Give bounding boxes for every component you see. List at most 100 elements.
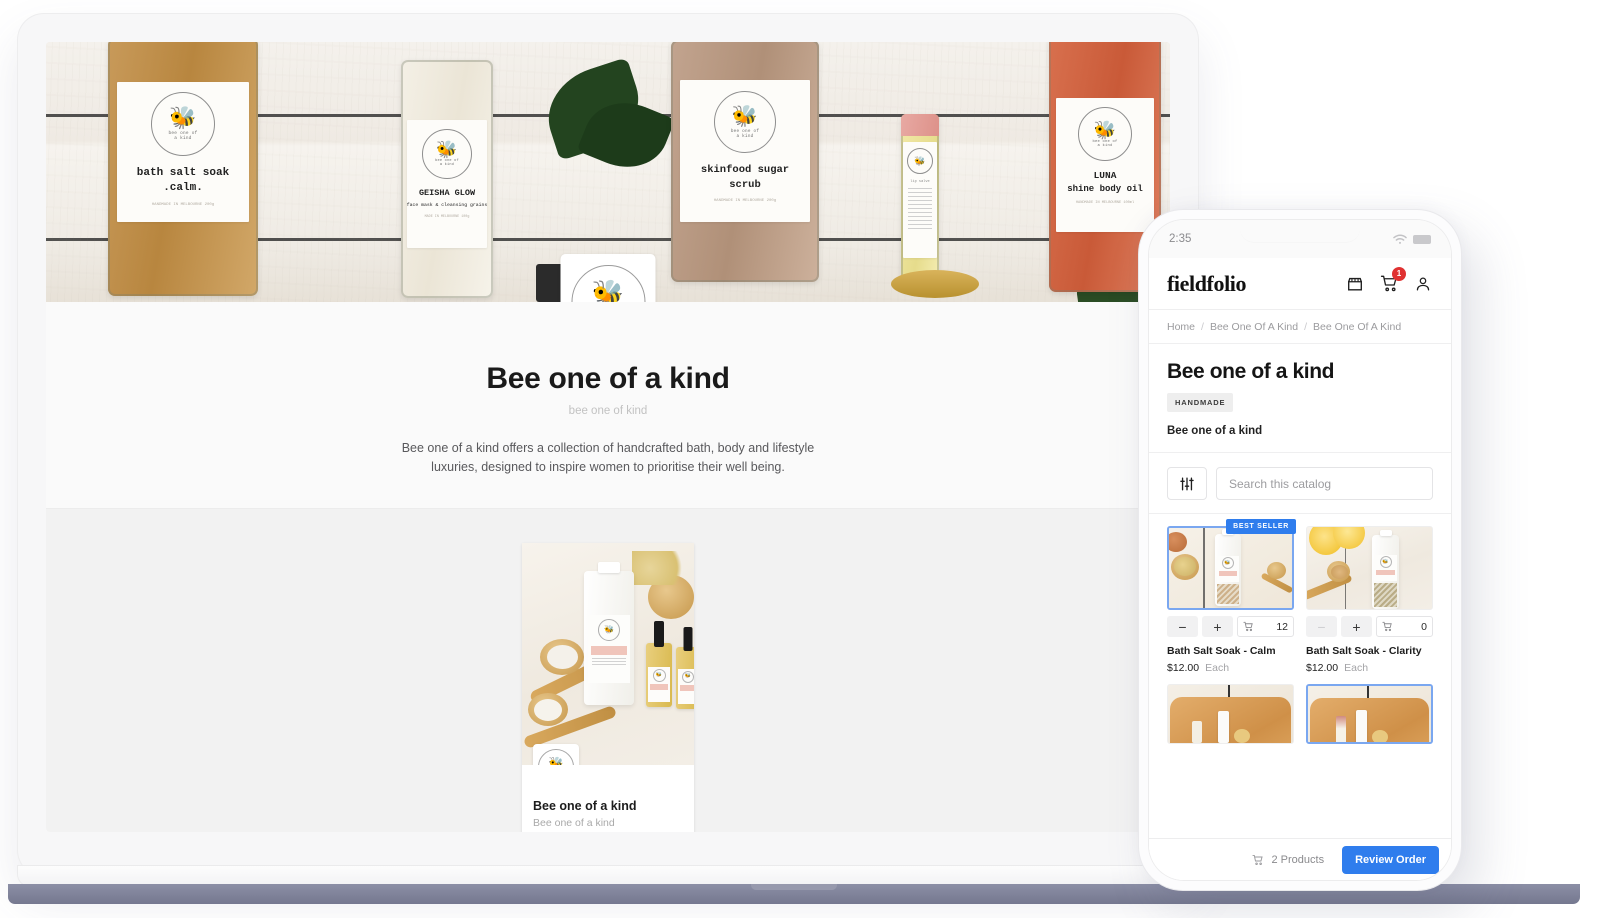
- best-seller-badge: BEST SELLER: [1226, 519, 1296, 534]
- cart-summary: 2 Products: [1252, 854, 1324, 866]
- product-tin: [1372, 730, 1388, 742]
- store-handle: bee one of kind: [568, 405, 648, 417]
- breadcrumb-separator: /: [1201, 320, 1204, 333]
- hero-product-jar: 🐝 bee one of a kind bath salt soak .calm…: [108, 42, 258, 296]
- app-logo[interactable]: fieldfolio: [1167, 271, 1247, 297]
- wood-tray-decor: [1310, 698, 1429, 742]
- store-description: Bee one of a kind offers a collection of…: [401, 441, 815, 475]
- product-grid: BEST SELLER 🐝 − + 12 Bath Salt Soak - Ca…: [1167, 519, 1433, 744]
- product-image[interactable]: [1167, 684, 1294, 744]
- breadcrumb-item-2[interactable]: Bee One Of A Kind: [1313, 321, 1401, 333]
- quantity-field[interactable]: 0: [1376, 616, 1433, 637]
- store-logo-badge: 🐝 bee one of a kind: [560, 254, 656, 302]
- product-bottle: 🐝: [1372, 530, 1399, 609]
- jar-logo-line2: a kind: [736, 133, 754, 139]
- wood-tray-decor: [1170, 697, 1291, 743]
- decrement-button[interactable]: −: [1167, 616, 1198, 637]
- product-card[interactable]: 🐝 − + 0 Bath Salt Soak - Clarity $12.00 …: [1306, 526, 1433, 674]
- product-tube: [1356, 710, 1367, 742]
- store-catalog-section: 🐝 🐝 🐝 🐝 Bee one of a kind Bee one of a k…: [46, 508, 1170, 832]
- jar-subtitle: shine body oil: [1067, 184, 1143, 194]
- storefront-icon[interactable]: [1345, 274, 1365, 294]
- product-dropper: 🐝: [676, 626, 694, 709]
- flowers-decor: [1174, 557, 1196, 576]
- account-icon[interactable]: [1413, 274, 1433, 294]
- catalog-card-logo: 🐝 bee one of a kind: [533, 743, 579, 765]
- store-header: Bee one of a kind bee one of kind Bee on…: [46, 302, 1170, 509]
- product-card[interactable]: [1167, 684, 1294, 744]
- breadcrumb-item-1[interactable]: Bee One Of A Kind: [1210, 321, 1298, 333]
- hero-product-tube: 🐝 lip salve: [901, 114, 939, 290]
- hero-product-jar: 🐝 bee one of a kind GEISHA GLOW face mas…: [401, 60, 493, 298]
- flowers-decor: [632, 550, 692, 585]
- phone-device: 2:35 fieldfolio 1 Home / Bee One Of A Ki…: [1139, 210, 1461, 890]
- jar-foot: HANDMADE IN MELBOURNE 200g: [713, 199, 777, 203]
- product-tube: [1192, 721, 1202, 743]
- flowers-decor: [1331, 565, 1348, 579]
- spoon-decor: [1267, 562, 1286, 579]
- search-input[interactable]: Search this catalog: [1216, 467, 1433, 500]
- product-price-row: $12.00 Each: [1306, 662, 1433, 674]
- cart-icon[interactable]: 1: [1379, 266, 1406, 294]
- app-header: fieldfolio 1: [1149, 258, 1451, 310]
- plank-line: [1203, 528, 1205, 608]
- cart-count-label: 2 Products: [1271, 853, 1325, 866]
- product-card[interactable]: [1306, 684, 1433, 744]
- catalog-card-subtitle: Bee one of a kind: [533, 816, 615, 829]
- cart-icon: [1243, 621, 1253, 632]
- breadcrumb-item-home[interactable]: Home: [1167, 321, 1195, 333]
- jar-subtitle: .calm.: [163, 182, 203, 194]
- jar-subtitle: scrub: [729, 179, 761, 191]
- status-time: 2:35: [1169, 233, 1192, 245]
- jar-subtitle: face mask & cleansing grains: [406, 203, 488, 208]
- jar-foot: MADE IN MELBOURNE 100g: [424, 215, 470, 219]
- product-name: Bath Salt Soak - Calm: [1167, 645, 1276, 657]
- store-hero-banner: 🐝 bee one of a kind bath salt soak .calm…: [46, 42, 1170, 302]
- product-tube: [1218, 711, 1229, 743]
- phone-status-bar: 2:35: [1149, 220, 1451, 258]
- phone-notch: [1240, 220, 1360, 242]
- review-order-button[interactable]: Review Order: [1342, 845, 1439, 874]
- jar-title: lip salve: [910, 180, 930, 184]
- jar-logo-line2: a kind: [439, 163, 455, 167]
- laptop-lip: [18, 866, 1198, 886]
- phone-screen: 2:35 fieldfolio 1 Home / Bee One Of A Ki…: [1149, 220, 1451, 880]
- hero-product-jar: 🐝 bee one of a kind skinfood sugar scrub…: [671, 42, 819, 282]
- powder-decor: [534, 698, 562, 721]
- jar-title: GEISHA GLOW: [418, 188, 476, 198]
- product-bottle: 🐝: [1214, 529, 1241, 606]
- jar-foot: HANDMADE IN MELBOURNE 100ml: [1075, 201, 1135, 205]
- increment-button[interactable]: +: [1341, 616, 1372, 637]
- quantity-stepper: − + 0: [1306, 616, 1433, 637]
- laptop-device: 🐝 bee one of a kind bath salt soak .calm…: [18, 14, 1198, 876]
- product-bottle: 🐝: [584, 561, 634, 705]
- quantity-value: 0: [1421, 620, 1427, 633]
- product-grid-wrap[interactable]: BEST SELLER 🐝 − + 12 Bath Salt Soak - Ca…: [1149, 513, 1451, 880]
- jar-logo-line2: a kind: [1097, 143, 1113, 148]
- wifi-icon: [1393, 234, 1407, 245]
- catalog-card-body: Bee one of a kind Bee one of a kind HAND…: [522, 765, 694, 832]
- product-card[interactable]: BEST SELLER 🐝 − + 12 Bath Salt Soak - Ca…: [1167, 519, 1296, 674]
- breadcrumb: Home / Bee One Of A Kind / Bee One Of A …: [1149, 310, 1451, 344]
- quantity-field[interactable]: 12: [1237, 616, 1294, 637]
- page-header: Bee one of a kind HANDMADE Bee one of a …: [1149, 344, 1451, 453]
- product-image[interactable]: 🐝: [1167, 526, 1294, 610]
- cart-icon: [1382, 621, 1392, 632]
- product-unit: Each: [1344, 662, 1369, 674]
- catalog-card-image: 🐝 🐝 🐝 🐝: [522, 542, 694, 765]
- product-image[interactable]: [1306, 684, 1433, 744]
- decrement-button[interactable]: −: [1306, 616, 1337, 637]
- search-row: Search this catalog: [1149, 453, 1451, 513]
- search-placeholder: Search this catalog: [1229, 476, 1332, 491]
- cart-count-badge: 1: [1392, 266, 1406, 281]
- product-image[interactable]: 🐝: [1306, 526, 1433, 610]
- product-price: $12.00: [1306, 662, 1339, 674]
- jar-foot: HANDMADE IN MELBOURNE 200g: [151, 203, 215, 207]
- catalog-card[interactable]: 🐝 🐝 🐝 🐝 Bee one of a kind Bee one of a k…: [522, 542, 694, 832]
- increment-button[interactable]: +: [1202, 616, 1233, 637]
- catalog-card-name: Bee one of a kind: [533, 798, 637, 813]
- jar-logo-line2: a kind: [174, 136, 192, 141]
- product-tube: [1336, 716, 1346, 742]
- page-title: Bee one of a kind: [1167, 360, 1335, 383]
- filter-sliders-icon[interactable]: [1167, 467, 1207, 500]
